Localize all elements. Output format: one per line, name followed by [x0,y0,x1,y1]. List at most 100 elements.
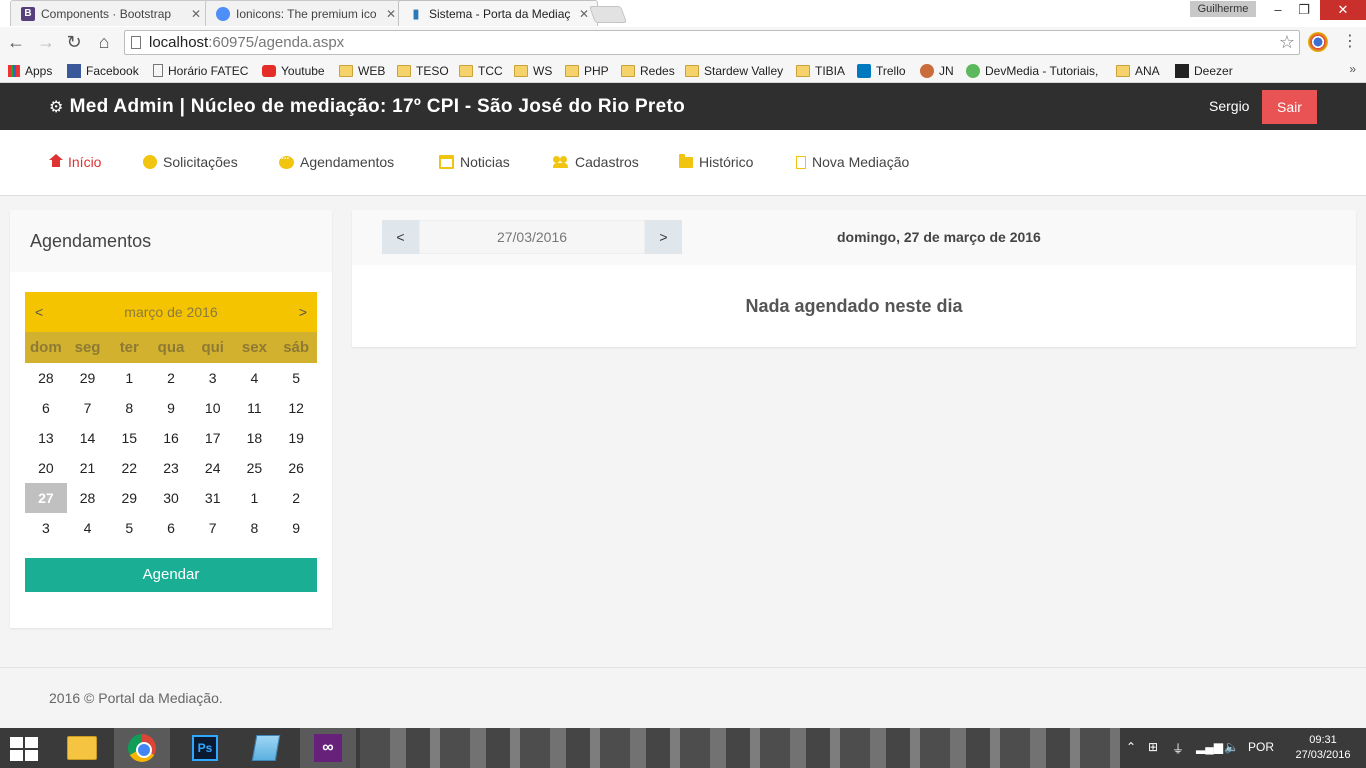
calendar-day[interactable]: 16 [150,423,192,453]
back-icon[interactable]: ← [4,30,28,54]
address-bar[interactable]: localhost:60975/agenda.aspx ☆ [124,30,1300,55]
taskbar-photoshop[interactable]: Ps [177,728,233,768]
bookmark-apps[interactable]: Apps [8,62,52,79]
nav-item-nova-mediacao[interactable]: Nova Mediação [796,154,909,170]
calendar-day[interactable]: 23 [150,453,192,483]
calendar-day[interactable]: 28 [25,363,67,393]
power-plug-icon[interactable]: ⏚ [1172,740,1184,757]
bookmark-jn[interactable]: JN [920,62,954,79]
bookmark-tcc[interactable]: TCC [459,62,503,79]
bookmark-ws[interactable]: WS [514,62,552,79]
close-icon[interactable]: ✕ [579,7,589,21]
taskbar-clock[interactable]: 09:31 27/03/2016 [1288,733,1358,763]
calendar-next-button[interactable]: > [299,304,307,320]
calendar-day[interactable]: 9 [275,513,317,543]
nav-item-historico[interactable]: Histórico [679,153,753,170]
minimize-icon[interactable]: – [1264,0,1292,20]
calendar-day[interactable]: 5 [108,513,150,543]
calendar-day[interactable]: 7 [192,513,234,543]
bookmark-stardew-valley[interactable]: Stardew Valley [685,62,783,79]
bookmarks-more-icon[interactable]: » [1349,62,1356,76]
calendar-day[interactable]: 21 [67,453,109,483]
nav-item-solicitacoes[interactable]: Solicitações [143,154,238,170]
bookmark-trello[interactable]: Trello [857,62,906,79]
extension-icon[interactable] [1308,32,1328,52]
browser-tab-active[interactable]: ▮ Sistema - Porta da Mediaç ✕ [398,0,598,26]
nav-item-inicio[interactable]: Início [49,154,101,170]
profile-button[interactable]: Guilherme [1190,1,1256,17]
calendar-day[interactable]: 11 [234,393,276,423]
calendar-day[interactable]: 4 [67,513,109,543]
calendar-day[interactable]: 6 [150,513,192,543]
restore-icon[interactable]: ❐ [1290,0,1318,20]
calendar-day[interactable]: 4 [234,363,276,393]
calendar-day[interactable]: 2 [275,483,317,513]
calendar-day[interactable]: 28 [67,483,109,513]
bookmark-teso[interactable]: TESO [397,62,449,79]
bookmark-tibia[interactable]: TIBIA [796,62,845,79]
bookmark-youtube[interactable]: Youtube [262,62,325,79]
signal-icon[interactable]: ▂▄▆ [1196,740,1223,754]
calendar-day[interactable]: 5 [275,363,317,393]
taskbar-notepad[interactable] [238,728,294,768]
home-icon[interactable]: ⌂ [92,30,116,54]
calendar-day[interactable]: 25 [234,453,276,483]
bookmark-star-icon[interactable]: ☆ [1279,31,1295,54]
bookmark-devmedia[interactable]: DevMedia - Tutoriais, [966,62,1098,79]
bookmark-horario-fatec[interactable]: Horário FATEC [153,62,248,79]
date-input[interactable]: 27/03/2016 [419,220,645,254]
calendar-day[interactable]: 14 [67,423,109,453]
taskbar-visual-studio[interactable]: ∞ [300,728,356,768]
browser-tab[interactable]: B Components · Bootstrap ✕ [10,0,210,26]
calendar-month-label[interactable]: março de 2016 [25,304,317,320]
windows-start-icon[interactable] [10,737,38,761]
calendar-day[interactable]: 2 [150,363,192,393]
nav-item-cadastros[interactable]: Cadastros [553,154,639,170]
calendar-day[interactable]: 6 [25,393,67,423]
calendar-day[interactable]: 3 [192,363,234,393]
calendar-day[interactable]: 27 [25,483,67,513]
close-icon[interactable]: ✕ [191,7,201,21]
calendar-day[interactable]: 30 [150,483,192,513]
calendar-day[interactable]: 12 [275,393,317,423]
next-day-button[interactable]: > [645,220,682,254]
calendar-day[interactable]: 7 [67,393,109,423]
calendar-day[interactable]: 9 [150,393,192,423]
previous-day-button[interactable]: < [382,220,419,254]
close-icon[interactable]: ✕ [386,7,396,21]
calendar-day[interactable]: 31 [192,483,234,513]
bookmark-web[interactable]: WEB [339,62,385,79]
calendar-day[interactable]: 22 [108,453,150,483]
calendar-day[interactable]: 3 [25,513,67,543]
bookmark-redes[interactable]: Redes [621,62,675,79]
calendar-day[interactable]: 1 [108,363,150,393]
calendar-day[interactable]: 29 [67,363,109,393]
calendar-day[interactable]: 29 [108,483,150,513]
calendar-day[interactable]: 13 [25,423,67,453]
windows-logo-icon[interactable]: ⊞ [1148,740,1158,754]
volume-icon[interactable]: 🔈 [1224,740,1239,754]
calendar-day[interactable]: 15 [108,423,150,453]
logout-button[interactable]: Sair [1262,90,1317,124]
calendar-day[interactable]: 26 [275,453,317,483]
agendar-button[interactable]: Agendar [25,558,317,592]
new-tab-button[interactable] [588,6,628,23]
nav-item-agendamentos[interactable]: Agendamentos [279,151,394,170]
calendar-day[interactable]: 18 [234,423,276,453]
tray-chevron-up-icon[interactable]: ⌃ [1126,740,1136,754]
window-close-icon[interactable]: ✕ [1320,0,1366,20]
bookmark-php[interactable]: PHP [565,62,609,79]
taskbar-chrome[interactable] [114,728,170,768]
bookmark-deezer[interactable]: Deezer [1175,62,1233,79]
taskbar-file-explorer[interactable] [54,728,110,768]
nav-item-noticias[interactable]: Noticias [439,154,510,170]
calendar-day[interactable]: 19 [275,423,317,453]
calendar-day[interactable]: 20 [25,453,67,483]
calendar-day[interactable]: 8 [234,513,276,543]
calendar-day[interactable]: 24 [192,453,234,483]
forward-icon[interactable]: → [34,30,58,54]
bookmark-facebook[interactable]: Facebook [67,62,139,79]
calendar-day[interactable]: 17 [192,423,234,453]
input-language[interactable]: POR [1248,740,1274,754]
calendar-day[interactable]: 8 [108,393,150,423]
